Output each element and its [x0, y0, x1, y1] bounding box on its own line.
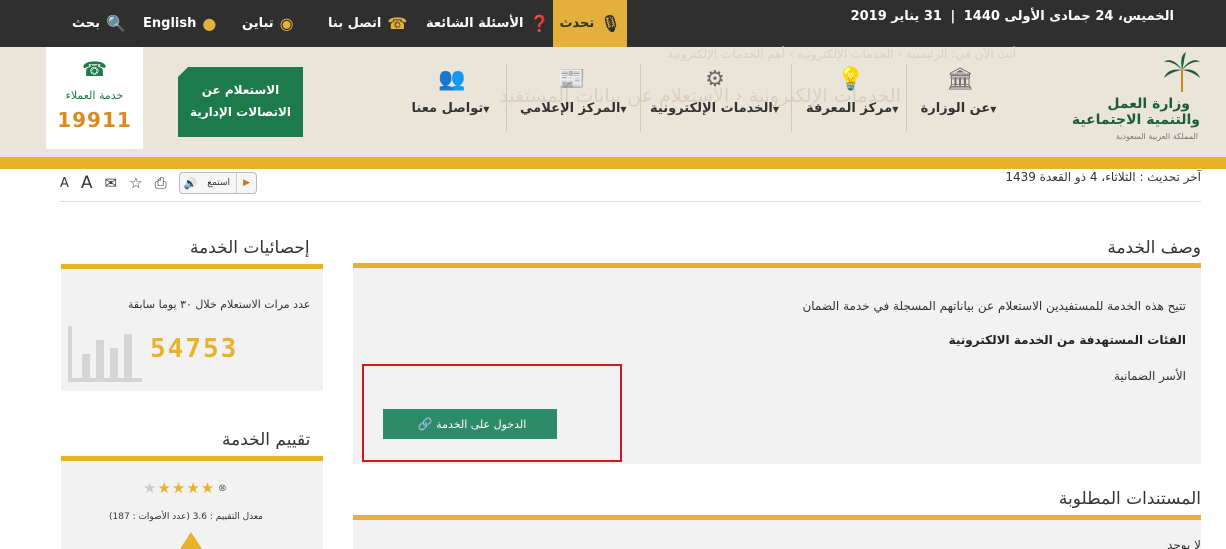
search-label: بحث [72, 16, 101, 31]
search-link[interactable]: بحث 🔍 [72, 0, 126, 47]
target-groups-value: الأسر الضمانية [1113, 369, 1186, 383]
enter-service-label: الدخول على الخدمة [436, 418, 527, 431]
stats-label: عدد مرات الاستعلام خلال ٣٠ يوما سابقة [128, 298, 311, 311]
contrast-label: تباين [242, 16, 274, 31]
inquiry-line1: الاستعلام عن [201, 83, 280, 97]
breadcrumb-background: أنت الآن في: الرئيسية › الخدمات الإلكترو… [667, 47, 1016, 61]
nav-divider [506, 64, 507, 132]
service-rating-title: تقييم الخدمة [222, 430, 311, 450]
email-icon[interactable]: ✉ [105, 174, 118, 192]
ministry-logo[interactable]: وزارة العمل والتنمية الاجتماعية المملكة … [1072, 52, 1206, 147]
contact-link[interactable]: اتصل بنا ☎ [328, 0, 407, 47]
star-icon[interactable]: ☆ [129, 174, 142, 192]
rating-summary: معدل التقييم : 3.6 (عدد الأصوات : 187) [109, 512, 264, 522]
font-decrease-button[interactable]: A [60, 176, 69, 191]
customer-service-number: 19911 [57, 108, 132, 132]
phone-icon: ☎ [387, 14, 408, 33]
nav-contact-us[interactable]: 👥 تواصل معنا▼ [410, 67, 494, 137]
english-link[interactable]: English ● [143, 0, 216, 47]
people-icon: 👥 [438, 67, 466, 92]
star-icon[interactable]: ★ [172, 479, 186, 497]
customer-service-box[interactable]: ☎ خدمة العملاء 19911 [46, 47, 143, 149]
gears-icon: ⚙ [705, 67, 725, 92]
nav-divider [906, 64, 907, 132]
globe-icon: ● [202, 14, 217, 33]
bar-chart-icon [68, 326, 142, 382]
nav-media-label: المركز الإعلامي [520, 101, 621, 116]
required-documents-title: المستندات المطلوبة [1058, 489, 1201, 509]
nav-divider [640, 64, 641, 132]
palm-icon [1164, 52, 1200, 92]
star-icon[interactable]: ★ [201, 479, 215, 497]
nav-divider [791, 64, 792, 132]
top-bar: الخميس، 24 جمادى الأولى 1440 | 31 يناير … [0, 0, 1226, 47]
nav-eservices-label: الخدمات الإلكترونية [650, 101, 773, 116]
english-label: English [143, 16, 197, 31]
service-stats-title: إحصائيات الخدمة [190, 238, 310, 258]
faq-label: الأسئلة الشائعة [426, 16, 524, 31]
enter-service-button[interactable]: الدخول على الخدمة 🔗 [383, 409, 557, 439]
listen-player[interactable]: 🔊 استمع ▶ [178, 172, 257, 194]
contrast-toggle[interactable]: تباين ◉ [242, 0, 294, 47]
nav-about-ministry[interactable]: 🏛 عن الوزارة▼ [920, 67, 1000, 137]
nav-about-label: عن الوزارة [920, 101, 991, 116]
service-description-text: تتيح هذه الخدمة للمستفيدين الاستعلام عن … [802, 299, 1186, 313]
star-icon[interactable]: ★ [157, 479, 171, 497]
admin-communications-inquiry-button[interactable]: الاستعلام عن الاتصالات الإدارية [178, 67, 303, 137]
link-icon: 🔗 [417, 417, 433, 431]
faq-link[interactable]: الأسئلة الشائعة ❓ [426, 0, 549, 47]
contact-label: اتصل بنا [328, 16, 382, 31]
search-icon: 🔍 [106, 14, 126, 33]
speaker-icon: 🔊 [183, 176, 198, 190]
divider [60, 201, 1201, 202]
nav-e-services[interactable]: ⚙ الخدمات الإلكترونية▼ [650, 67, 780, 137]
gregorian-date: 31 يناير 2019 [850, 9, 942, 24]
service-description-title: وصف الخدمة [1107, 238, 1201, 258]
speak-button[interactable]: تحدث 🎙 [553, 0, 627, 47]
listen-label: استمع [207, 178, 231, 188]
newspaper-icon: 📰 [558, 67, 586, 92]
nav-media-center[interactable]: 📰 المركز الإعلامي▼ [520, 67, 627, 137]
lightbulb-icon: 💡 [837, 67, 865, 92]
triangle-icon [180, 532, 202, 549]
font-increase-button[interactable]: A [81, 173, 93, 193]
phone-icon: ☎ [82, 57, 107, 81]
play-icon[interactable]: ▶ [236, 173, 256, 193]
target-groups-heading: الفئات المستهدفة من الخدمة الالكترونية [948, 333, 1186, 347]
speak-label: تحدث [559, 16, 595, 31]
page-tools: A A ✉ ☆ ⎙ 🔊 استمع ▶ [60, 168, 257, 198]
logo-line2: والتنمية الاجتماعية [1071, 112, 1200, 128]
nav-knowledge-center[interactable]: 💡 مركز المعرفة▼ [806, 67, 898, 137]
date-separator: | [950, 9, 956, 24]
print-icon[interactable]: ⎙ [155, 174, 167, 192]
inquiry-line2: الاتصالات الإدارية [189, 105, 292, 119]
date-display: الخميس، 24 جمادى الأولى 1440 | 31 يناير … [851, 9, 1174, 24]
nav-contact-label: تواصل معنا [411, 101, 484, 116]
star-icon[interactable]: ★ [143, 479, 157, 497]
required-documents-panel [353, 520, 1201, 549]
clear-rating-icon[interactable]: ⊗ [218, 483, 227, 494]
eye-slash-icon: ◉ [279, 14, 294, 33]
hijri-date: الخميس، 24 جمادى الأولى 1440 [963, 9, 1174, 24]
logo-line3: المملكة العربية السعودية [1115, 132, 1198, 141]
last-update: آخر تحديث : الثلاثاء، 4 ذو القعدة 1439 [1005, 170, 1201, 184]
microphone-icon: 🎙 [600, 14, 621, 33]
logo-line1: وزارة العمل [1107, 96, 1190, 112]
question-icon: ❓ [529, 14, 550, 33]
star-icon[interactable]: ★ [186, 479, 200, 497]
stats-value: 54753 [150, 334, 239, 364]
customer-service-label: خدمة العملاء [65, 89, 124, 102]
rating-stars[interactable]: ★ ★ ★ ★ ★ ⊗ [143, 479, 228, 497]
building-icon: 🏛 [946, 67, 974, 92]
required-documents-text: لا يوجد [1167, 538, 1201, 549]
nav-knowledge-label: مركز المعرفة [806, 101, 893, 116]
